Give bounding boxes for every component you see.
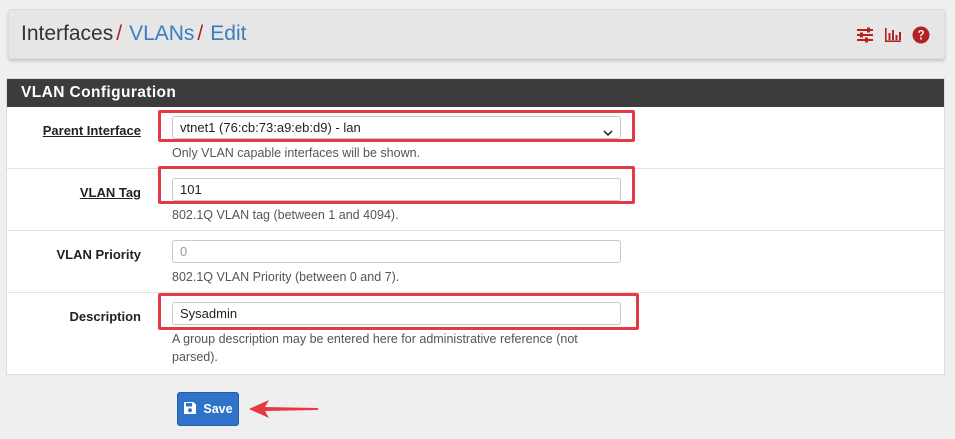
panel-title: VLAN Configuration	[7, 79, 944, 107]
vlan-config-panel: VLAN Configuration Parent Interface vtne…	[6, 78, 945, 375]
description-row: Description Sysadmin A group description…	[7, 293, 944, 374]
save-button[interactable]: Save	[177, 392, 239, 426]
vlan-tag-row: VLAN Tag 101 802.1Q VLAN tag (between 1 …	[7, 169, 944, 231]
vlan-priority-label: VLAN Priority	[56, 247, 141, 262]
vlan-priority-row: VLAN Priority 0 802.1Q VLAN Priority (be…	[7, 231, 944, 293]
breadcrumb-separator: /	[197, 22, 204, 45]
vlan-tag-help: 802.1Q VLAN tag (between 1 and 4094).	[172, 208, 399, 222]
parent-interface-row: Parent Interface vtnet1 (76:cb:73:a9:eb:…	[7, 107, 944, 169]
breadcrumb-edit-link[interactable]: Edit	[210, 22, 246, 45]
chevron-down-icon	[603, 123, 613, 136]
save-label: Save	[203, 402, 233, 416]
breadcrumb: Interfaces / VLANs / Edit	[21, 22, 246, 46]
description-input[interactable]: Sysadmin	[172, 302, 621, 325]
parent-interface-select[interactable]: vtnet1 (76:cb:73:a9:eb:d9) - lan	[172, 116, 621, 139]
arrow-left-icon	[249, 400, 318, 418]
breadcrumb-bar: Interfaces / VLANs / Edit	[8, 9, 945, 59]
vlan-priority-input[interactable]: 0	[172, 240, 621, 263]
breadcrumb-separator: /	[116, 22, 123, 45]
vlan-priority-help: 802.1Q VLAN Priority (between 0 and 7).	[172, 270, 400, 284]
parent-interface-help: Only VLAN capable interfaces will be sho…	[172, 146, 421, 160]
sliders-icon[interactable]	[855, 25, 875, 45]
help-icon[interactable]	[911, 25, 931, 45]
breadcrumb-interfaces: Interfaces	[21, 22, 114, 45]
parent-interface-value: vtnet1 (76:cb:73:a9:eb:d9) - lan	[180, 120, 361, 135]
header-icons	[855, 25, 931, 45]
floppy-disk-icon	[183, 401, 197, 418]
vlan-tag-label: VLAN Tag	[79, 185, 141, 200]
breadcrumb-vlans-link[interactable]: VLANs	[129, 22, 194, 45]
description-label: Description	[69, 309, 141, 324]
bar-chart-icon[interactable]	[883, 25, 903, 45]
description-help: A group description may be entered here …	[172, 332, 578, 364]
vlan-tag-input[interactable]: 101	[172, 178, 621, 201]
parent-interface-label: Parent Interface	[42, 123, 141, 138]
